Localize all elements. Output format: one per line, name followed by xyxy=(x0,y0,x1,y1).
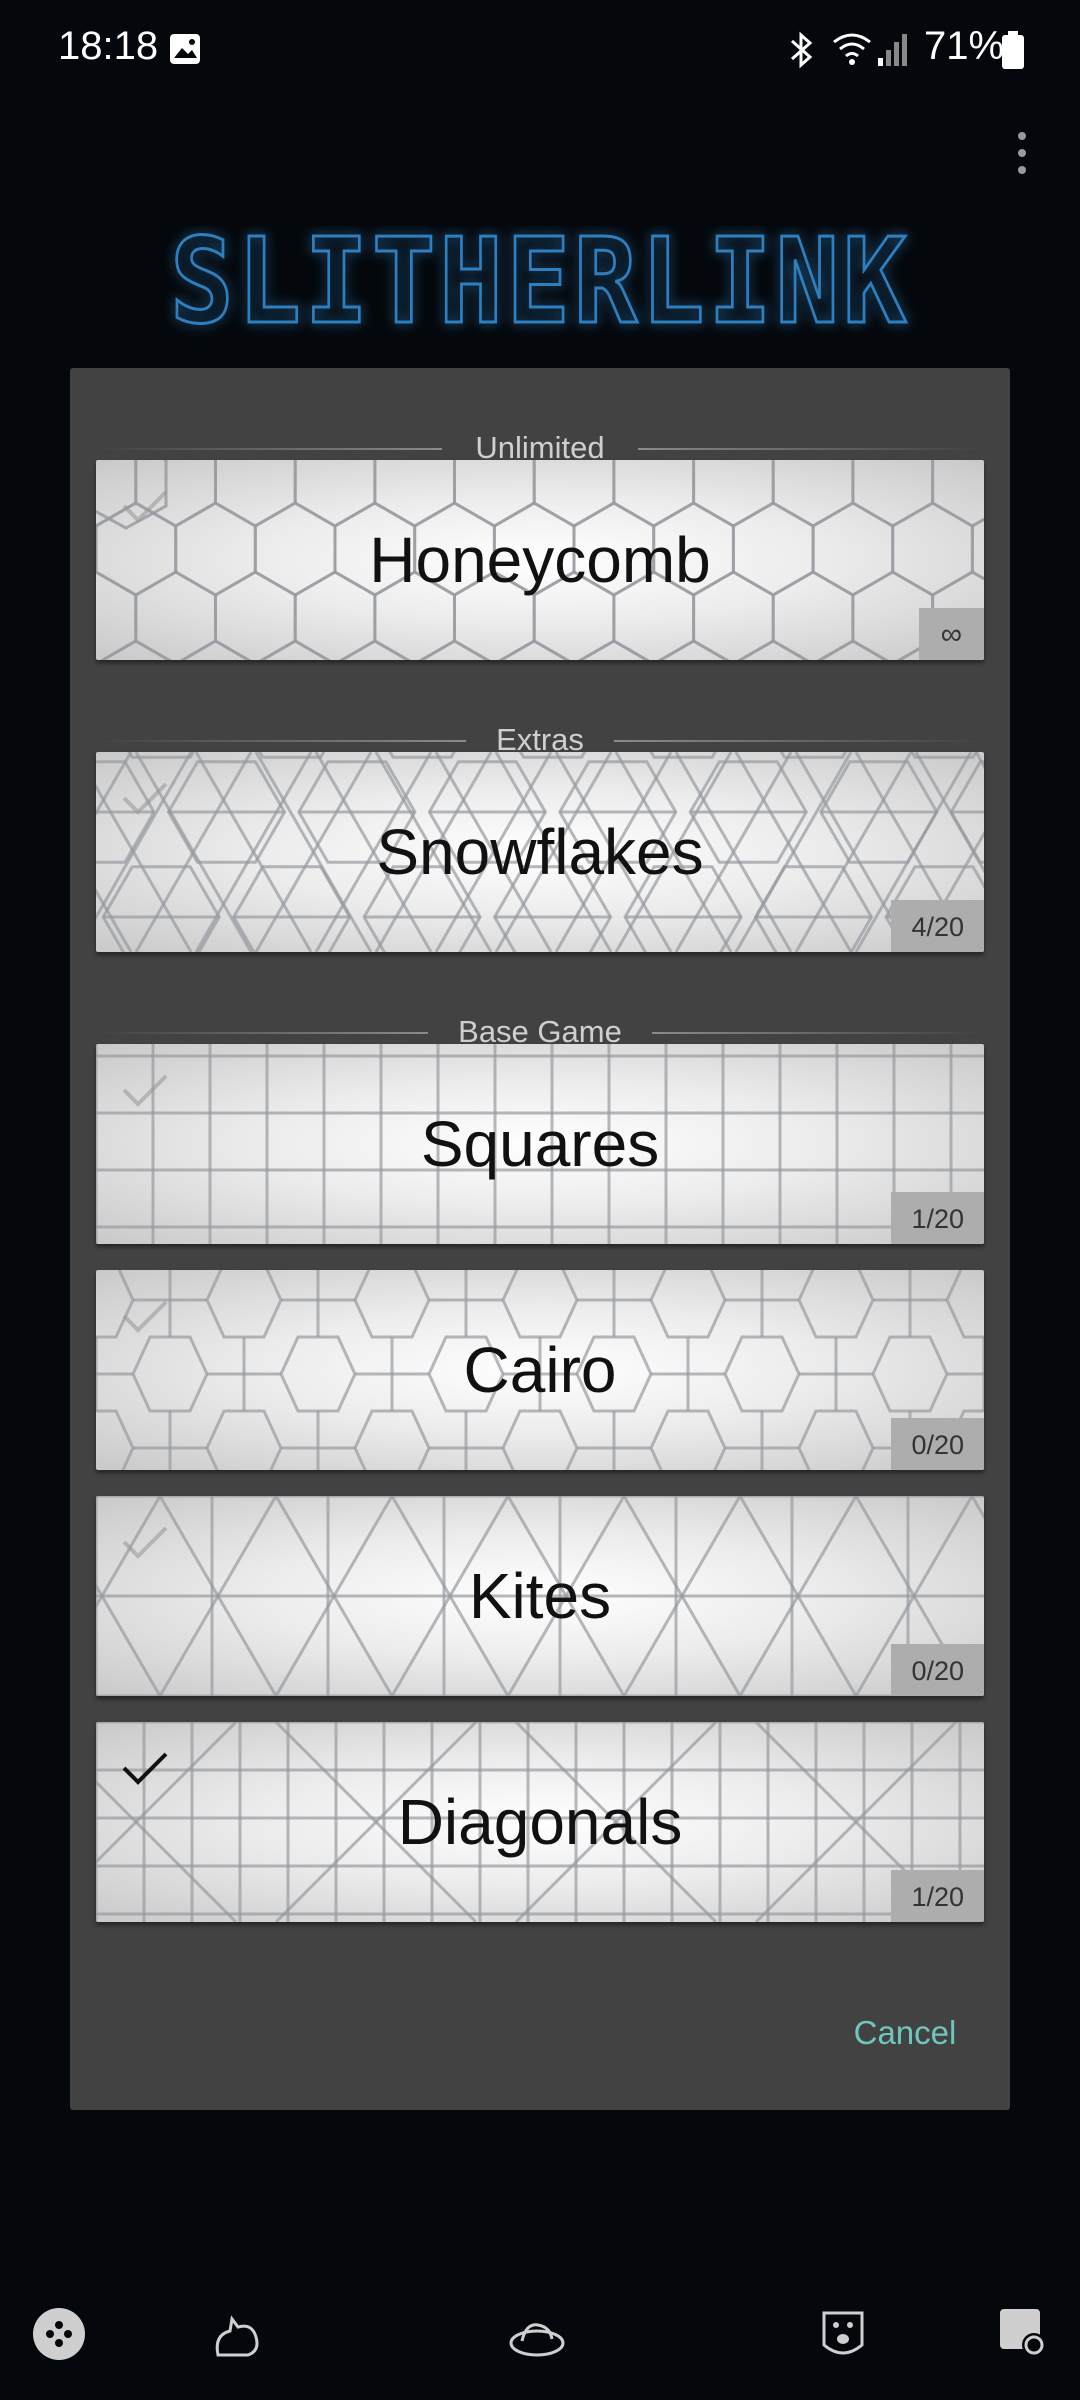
cancel-button[interactable]: Cancel xyxy=(830,1998,980,2068)
more-vert-icon[interactable] xyxy=(1010,128,1034,178)
card-title: Diagonals xyxy=(397,1786,683,1858)
card-honeycomb[interactable]: Honeycomb ∞ xyxy=(96,460,984,660)
wifi-icon xyxy=(833,33,871,65)
card-title: Cairo xyxy=(463,1334,617,1406)
cat-bed-icon[interactable] xyxy=(508,2305,566,2363)
status-time: 18:18 xyxy=(58,24,159,68)
app-logo: SLITHERLINK xyxy=(169,226,910,346)
signal-icon xyxy=(878,34,907,66)
progress-badge: 0/20 xyxy=(891,1644,984,1696)
card-cairo[interactable]: Cairo 0/20 xyxy=(96,1270,984,1470)
cat-icon[interactable] xyxy=(208,2305,266,2363)
progress-badge: 4/20 xyxy=(891,900,984,952)
gamepad-icon[interactable] xyxy=(30,2305,88,2363)
paw-icon[interactable] xyxy=(814,2305,872,2363)
card-squares[interactable]: Squares 1/20 xyxy=(96,1044,984,1244)
battery-icon xyxy=(1002,31,1024,69)
progress-badge: 0/20 xyxy=(891,1418,984,1470)
logo-text: SLITHERLINK xyxy=(170,226,910,346)
card-title: Honeycomb xyxy=(369,524,711,596)
card-title: Squares xyxy=(420,1108,660,1180)
card-snowflakes[interactable]: Snowflakes 4/20 xyxy=(96,752,984,952)
gallery-icon xyxy=(170,34,200,64)
card-title: Kites xyxy=(468,1560,612,1632)
level-select-dialog: Unlimited Honeycomb ∞ Extras Snowflakes … xyxy=(70,368,1010,2110)
card-kites[interactable]: Kites 0/20 xyxy=(96,1496,984,1696)
status-bar: 18:18 71% xyxy=(0,0,1080,100)
battery-percent: 71% xyxy=(924,24,1005,68)
settings-icon[interactable] xyxy=(996,2305,1054,2363)
card-title: Snowflakes xyxy=(376,816,704,888)
progress-badge: 1/20 xyxy=(891,1870,984,1922)
progress-badge: 1/20 xyxy=(891,1192,984,1244)
bluetooth-icon xyxy=(791,31,813,69)
card-diagonals[interactable]: Diagonals 1/20 xyxy=(96,1722,984,1922)
progress-badge: ∞ xyxy=(918,608,984,660)
